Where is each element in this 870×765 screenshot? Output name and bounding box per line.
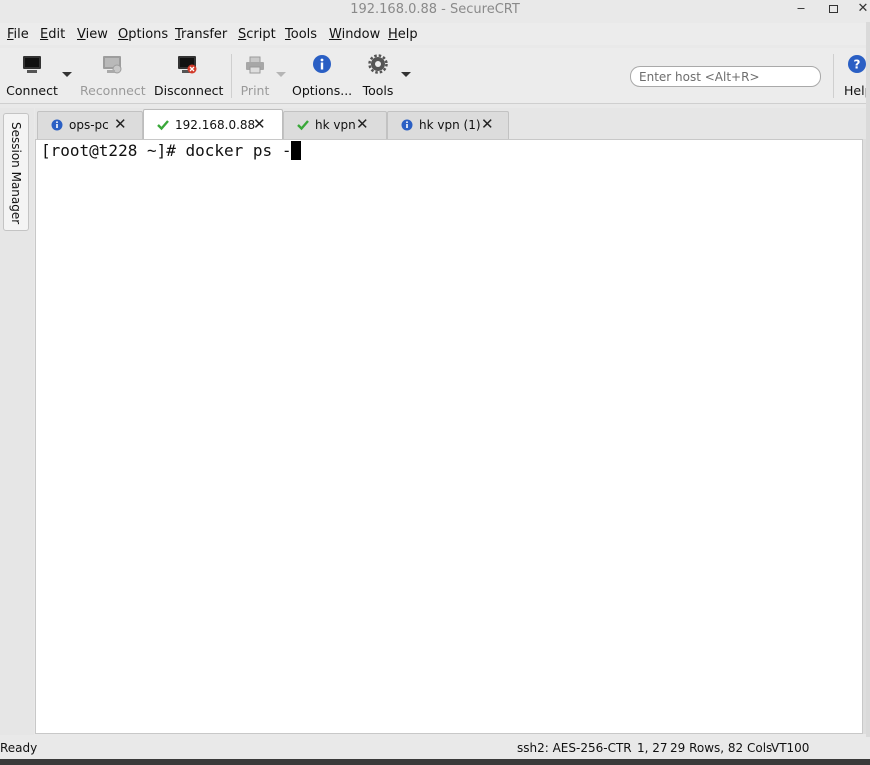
- tools-dropdown-icon[interactable]: [401, 72, 411, 77]
- status-cipher: ssh2: AES-256-CTR: [517, 741, 632, 755]
- menu-transfer[interactable]: Transfer: [175, 27, 227, 42]
- minimize-button[interactable]: ‒: [790, 1, 812, 19]
- printer-icon: [246, 56, 264, 74]
- help-icon: ?: [848, 55, 866, 73]
- tab-192-168-0-88[interactable]: 192.168.0.88 ✕: [143, 109, 283, 140]
- reconnect-button[interactable]: Reconnect: [80, 48, 146, 102]
- menu-help[interactable]: Help: [388, 27, 418, 42]
- menu-script[interactable]: Script: [238, 27, 276, 42]
- terminal-area[interactable]: [root@t228 ~]# docker ps -: [35, 139, 863, 734]
- title-bar: 192.168.0.88 - SecureCRT ‒ ✕: [0, 0, 870, 22]
- tab-hk-vpn[interactable]: hk vpn ✕: [283, 111, 387, 139]
- info-icon: [401, 119, 413, 131]
- window-title: 192.168.0.88 - SecureCRT: [350, 2, 520, 17]
- window-edge: [866, 22, 870, 737]
- monitor-icon: [23, 56, 41, 73]
- tab-close-icon[interactable]: ✕: [481, 115, 494, 133]
- status-terminal-size: 29 Rows, 82 Cols: [670, 741, 773, 755]
- menu-edit[interactable]: Edit: [40, 27, 65, 42]
- check-icon: [157, 120, 169, 131]
- session-tab-bar: ops-pc ✕ 192.168.0.88 ✕ hk vpn ✕ hk vpn …: [35, 108, 870, 140]
- status-bar: Ready ssh2: AES-256-CTR 1, 27 29 Rows, 8…: [0, 737, 870, 759]
- disconnect-button[interactable]: Disconnect: [154, 48, 223, 102]
- menu-file[interactable]: File: [7, 27, 29, 42]
- desktop-strip: [0, 759, 870, 765]
- maximize-icon: [828, 5, 838, 13]
- text-cursor: [291, 141, 302, 160]
- info-icon: [51, 119, 63, 131]
- options-button[interactable]: Options...: [292, 48, 352, 102]
- toolbar-separator: [833, 54, 834, 98]
- terminal-line: [root@t228 ~]# docker ps -: [41, 141, 302, 160]
- toolbar-separator: [231, 54, 232, 98]
- status-cursor-position: 1, 27: [637, 741, 668, 755]
- reconnect-icon: [103, 56, 122, 74]
- tab-ops-pc[interactable]: ops-pc ✕: [37, 111, 143, 139]
- status-emulation: VT100: [771, 741, 810, 755]
- connect-dropdown-icon[interactable]: [62, 72, 72, 77]
- menu-options[interactable]: Options: [118, 27, 168, 42]
- close-button[interactable]: ✕: [852, 1, 870, 19]
- status-ready: Ready: [0, 741, 38, 755]
- menu-bar: File Edit View Options Transfer Script T…: [0, 23, 870, 45]
- maximize-button[interactable]: [822, 1, 844, 19]
- menu-view[interactable]: View: [77, 27, 108, 42]
- gear-icon: [368, 54, 388, 74]
- svg-text:?: ?: [854, 58, 861, 72]
- print-button[interactable]: Print: [236, 48, 274, 102]
- print-dropdown-icon[interactable]: [276, 72, 286, 77]
- info-icon: [313, 55, 331, 73]
- menu-tools[interactable]: Tools: [285, 27, 317, 42]
- tab-close-icon[interactable]: ✕: [114, 115, 127, 133]
- session-manager-tab[interactable]: Session Manager: [3, 113, 29, 231]
- host-input[interactable]: [630, 66, 821, 87]
- check-icon: [297, 120, 309, 131]
- tools-button[interactable]: Tools: [358, 48, 398, 102]
- tab-close-icon[interactable]: ✕: [253, 115, 266, 133]
- menu-window[interactable]: Window: [329, 27, 380, 42]
- connect-button[interactable]: Connect: [4, 48, 60, 102]
- tab-hk-vpn-1[interactable]: hk vpn (1) ✕: [387, 111, 509, 139]
- side-panel: Session Manager: [0, 108, 34, 735]
- tab-close-icon[interactable]: ✕: [356, 115, 369, 133]
- disconnect-icon: [178, 56, 197, 74]
